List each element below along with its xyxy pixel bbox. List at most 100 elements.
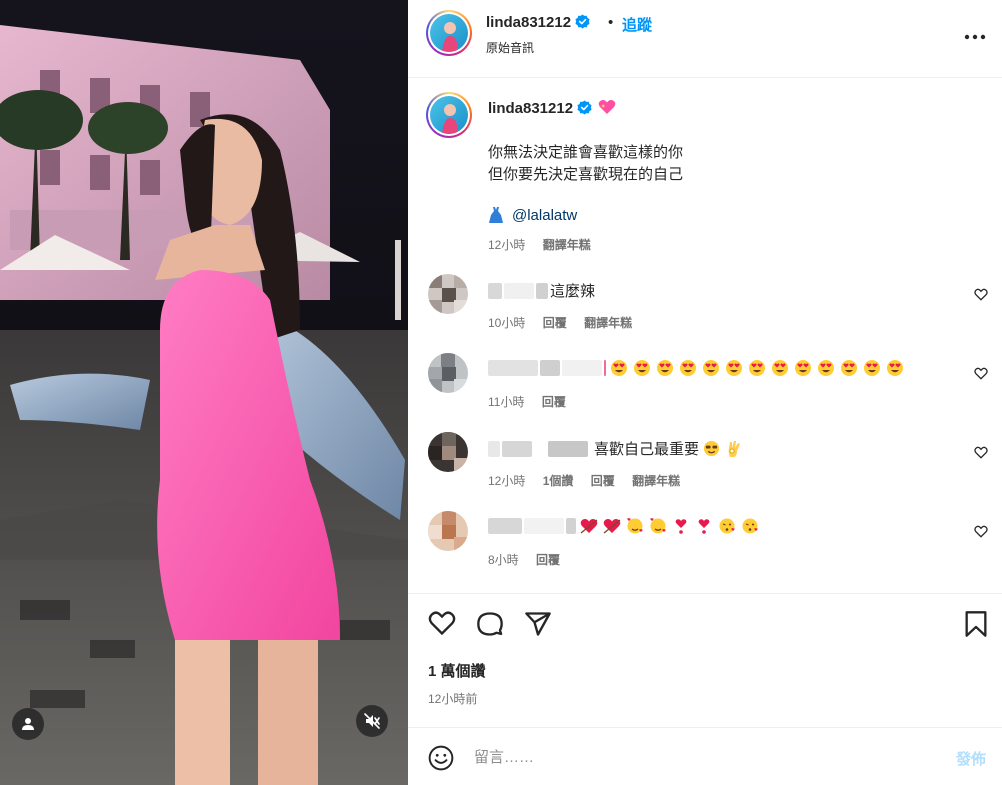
muted-audio-icon	[364, 713, 380, 729]
share-icon	[525, 612, 551, 636]
comment-like-button[interactable]	[974, 525, 988, 543]
commenter-avatar[interactable]	[428, 511, 468, 551]
author-username-text[interactable]: linda831212	[486, 14, 571, 31]
comment-meta: 8小時 回覆	[488, 551, 574, 568]
post-panel: linda831212 • 追蹤 原始音訊 linda831212 你無法決定誰…	[408, 0, 1002, 785]
comment-item: 這麼辣 10小時 回覆 翻譯年糕	[408, 272, 1002, 342]
caption-mention[interactable]: @lalalatw	[488, 206, 577, 224]
verified-badge-icon	[575, 14, 590, 29]
comment-meta: 10小時 回覆 翻譯年糕	[488, 314, 646, 331]
heart-eyes-emoji-icon	[726, 360, 742, 377]
comment-body: 喜歡自己最重要	[488, 438, 748, 459]
heart-exclamation-emoji-icon	[675, 519, 687, 534]
mention-link[interactable]: @lalalatw	[512, 207, 577, 224]
dress-icon	[489, 207, 503, 223]
heart-with-arrow-emoji-icon	[603, 519, 621, 534]
reel-video[interactable]	[0, 0, 408, 785]
caption-line-2: 但你要先決定喜歡現在的自己	[488, 166, 684, 183]
save-button[interactable]	[964, 610, 988, 643]
original-audio-link[interactable]: 原始音訊	[486, 39, 534, 56]
comment-composer: 發佈	[408, 727, 1002, 785]
like-button[interactable]	[428, 610, 456, 641]
reply-button[interactable]: 回覆	[591, 474, 615, 488]
comment-emoji-row	[610, 359, 909, 377]
share-button[interactable]	[524, 610, 552, 643]
mute-toggle-button[interactable]	[356, 705, 388, 737]
comment-button[interactable]	[476, 610, 504, 643]
video-frame	[0, 0, 408, 785]
comment-time: 12小時	[488, 474, 526, 488]
heart-outline-icon	[428, 611, 456, 636]
more-options-icon	[964, 34, 986, 40]
reply-button[interactable]: 回覆	[536, 553, 560, 567]
ok-hand-emoji-icon	[728, 440, 741, 457]
heart-outline-icon	[974, 367, 988, 380]
caption-line-1: 你無法決定誰會喜歡這樣的你	[488, 144, 684, 161]
heart-eyes-emoji-icon	[611, 360, 627, 377]
smiling-face-with-hearts-emoji-icon	[627, 518, 643, 534]
reply-button[interactable]: 回覆	[543, 316, 567, 330]
comment-body	[488, 359, 909, 377]
commenter-name-redacted[interactable]	[488, 440, 500, 457]
commenter-name-redacted[interactable]	[488, 360, 538, 377]
comment-likes[interactable]: 1個讚	[543, 474, 574, 488]
comment-time: 8小時	[488, 553, 519, 567]
commenter-avatar[interactable]	[428, 353, 468, 393]
heart-eyes-emoji-icon	[795, 360, 811, 377]
heart-eyes-emoji-icon	[841, 360, 857, 377]
action-bar	[408, 594, 1002, 654]
post-comment-button[interactable]: 發佈	[956, 748, 986, 769]
comment-like-button[interactable]	[974, 288, 988, 306]
commenter-name-redacted[interactable]	[488, 518, 522, 535]
commenter-avatar[interactable]	[428, 274, 468, 314]
caption-translate-button[interactable]: 翻譯年糕	[543, 238, 591, 252]
face-blowing-kiss-emoji-icon	[742, 518, 758, 534]
follow-button[interactable]: 追蹤	[622, 14, 652, 35]
caption-text: 你無法決定誰會喜歡這樣的你 但你要先決定喜歡現在的自己	[488, 142, 683, 186]
caption-username-text[interactable]: linda831212	[488, 100, 573, 117]
translate-button[interactable]: 翻譯年糕	[584, 316, 632, 330]
caption-avatar[interactable]	[426, 92, 472, 138]
reply-button[interactable]: 回覆	[542, 395, 566, 409]
author-username[interactable]: linda831212	[486, 14, 590, 32]
user-tag-button[interactable]	[12, 708, 44, 740]
heart-outline-icon	[974, 288, 988, 301]
comment-text: 這麼辣	[550, 283, 596, 300]
face-blowing-kiss-emoji-icon	[719, 518, 735, 534]
comment-meta: 12小時 1個讚 回覆 翻譯年糕	[488, 472, 694, 489]
author-avatar[interactable]	[426, 10, 472, 56]
heart-eyes-emoji-icon	[864, 360, 880, 377]
post-header: linda831212 • 追蹤 原始音訊	[408, 0, 1002, 78]
commenter-avatar[interactable]	[428, 432, 468, 472]
heart-with-arrow-emoji-icon	[580, 519, 598, 534]
heart-outline-icon	[974, 525, 988, 538]
commenter-name-redacted[interactable]	[488, 282, 502, 299]
heart-eyes-emoji-icon	[657, 360, 673, 377]
comment-body: 這麼辣	[488, 280, 595, 301]
comment-item: 喜歡自己最重要 12小時 1個讚 回覆 翻譯年糕	[408, 430, 1002, 500]
heart-outline-icon	[974, 446, 988, 459]
more-options-button[interactable]	[964, 27, 986, 45]
bookmark-icon	[965, 611, 987, 637]
comment-item: 11小時 回覆	[408, 351, 1002, 421]
heart-eyes-emoji-icon	[772, 360, 788, 377]
likes-count[interactable]: 1 萬個讚	[428, 660, 486, 681]
comment-emoji-row	[580, 517, 764, 535]
comment-body	[488, 517, 764, 535]
comment-time: 10小時	[488, 316, 526, 330]
comment-text: 喜歡自己最重要	[594, 441, 700, 458]
caption-username[interactable]: linda831212	[488, 99, 616, 118]
comment-input[interactable]	[474, 744, 934, 770]
header-separator: •	[608, 14, 614, 31]
heart-eyes-emoji-icon	[818, 360, 834, 377]
comment-like-button[interactable]	[974, 446, 988, 464]
heart-eyes-emoji-icon	[634, 360, 650, 377]
smiling-face-sunglasses-emoji-icon	[703, 440, 720, 457]
posted-time[interactable]: 12小時前	[428, 690, 477, 707]
comment-like-button[interactable]	[974, 367, 988, 385]
translate-button[interactable]: 翻譯年糕	[632, 474, 680, 488]
comment-time: 11小時	[488, 395, 525, 409]
comment-item: 8小時 回覆	[408, 509, 1002, 579]
emoji-picker-button[interactable]	[428, 745, 454, 776]
comment-meta: 11小時 回覆	[488, 393, 580, 410]
